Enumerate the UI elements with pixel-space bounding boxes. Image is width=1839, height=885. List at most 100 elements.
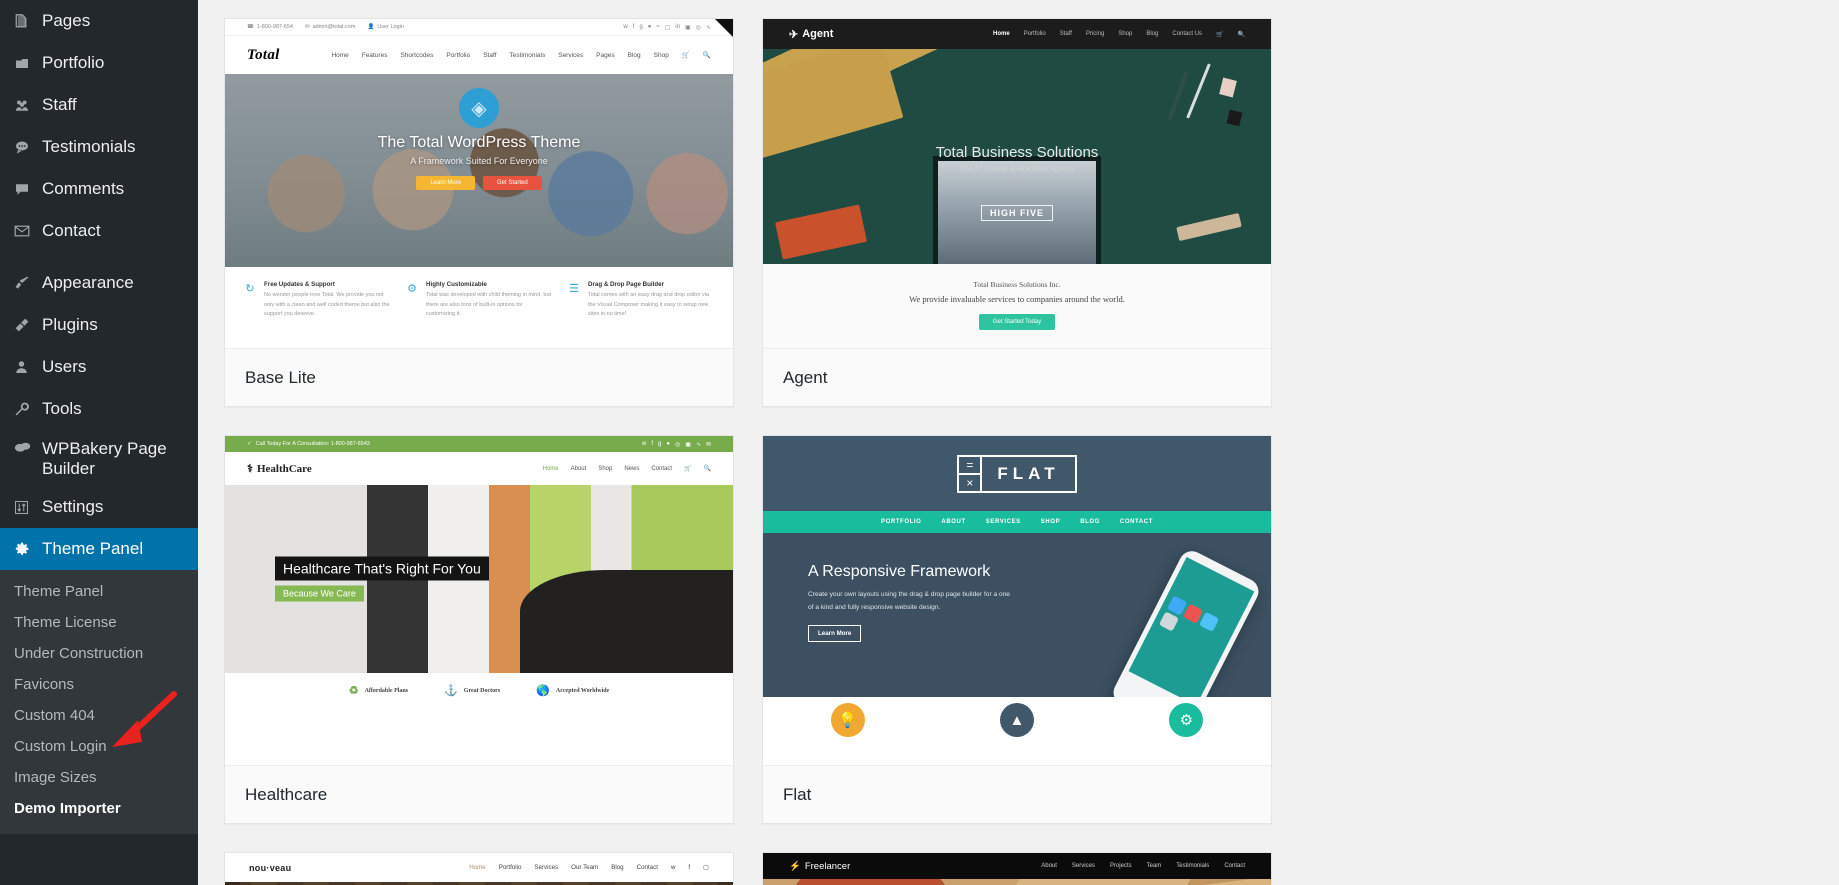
search-icon: 🔍 bbox=[703, 466, 711, 472]
sidebar-item-wpbakery-page-builder[interactable]: WPBakery Page Builder bbox=[0, 430, 198, 486]
submenu-item-theme-panel[interactable]: Theme Panel bbox=[0, 576, 198, 607]
site-intro: Total Business Solutions Inc. We provide… bbox=[763, 264, 1271, 348]
demo-card-footer: Healthcare bbox=[225, 766, 733, 823]
submenu-item-custom-404[interactable]: Custom 404 bbox=[0, 700, 198, 731]
portfolio-icon bbox=[14, 56, 42, 71]
demo-card-footer: Base Lite bbox=[225, 349, 733, 406]
sidebar-item-staff[interactable]: Staff bbox=[0, 84, 198, 126]
nav-item: News bbox=[624, 465, 640, 472]
corner-ribbon-icon bbox=[715, 19, 733, 37]
nav-item: Home bbox=[542, 465, 559, 472]
site-hero: WE ARE AWESOME BECAUSE WE'RE THE BEST AT… bbox=[763, 879, 1271, 885]
nav-item: Pricing bbox=[1085, 31, 1105, 37]
flickr-icon: ▣ bbox=[685, 24, 691, 31]
site-logo-text: Freelancer bbox=[804, 860, 851, 872]
rocket-icon: ▲ bbox=[999, 703, 1034, 737]
demo-card-base-lite[interactable]: ☎ 1-800-987-654 ✉ admin@total.com 👤 User Lo… bbox=[224, 18, 734, 407]
site-menu: Home Portfolio Staff Pricing Shop Blog C… bbox=[993, 31, 1245, 38]
hero-text: Create your own layouts using the drag &… bbox=[808, 591, 1010, 611]
nav-item: Shop bbox=[598, 465, 613, 472]
sidebar-item-plugins[interactable]: Plugins bbox=[0, 304, 198, 346]
sidebar-item-label: Portfolio bbox=[42, 52, 105, 72]
dribbble-icon: ◎ bbox=[695, 24, 701, 31]
users-icon bbox=[14, 359, 42, 375]
gear-icon: ⚙ bbox=[1169, 703, 1204, 737]
demo-card-agent[interactable]: ✈ Agent Home Portfolio Staff Pricing Sho… bbox=[762, 18, 1272, 407]
site-hero: Healthcare That's Right For You Because … bbox=[225, 485, 733, 673]
theme-panel-submenu: Theme Panel Theme License Under Construc… bbox=[0, 570, 198, 834]
twitter-icon: w bbox=[623, 24, 628, 30]
nav-item: Blog bbox=[1146, 31, 1159, 37]
sidebar-item-contact[interactable]: Contact bbox=[0, 210, 198, 252]
site-menu: Home Features Shortcodes Portfolio Staff… bbox=[331, 51, 711, 60]
nav-item: Features bbox=[361, 51, 388, 59]
nav-item: Portfolio bbox=[1023, 31, 1046, 37]
demo-title: Healthcare bbox=[245, 784, 328, 804]
topbar-login: User Login bbox=[377, 24, 404, 30]
demo-card-flat[interactable]: = × FLAT PORTFOLIO ABOUT SERVICES SHOP B… bbox=[762, 435, 1272, 824]
submenu-item-custom-login[interactable]: Custom Login bbox=[0, 731, 198, 762]
sidebar-item-users[interactable]: Users bbox=[0, 346, 198, 388]
sidebar-item-label: Comments bbox=[42, 178, 125, 198]
feature-block: ⚙ Highly Customizable Total was develope… bbox=[405, 281, 553, 320]
sidebar-item-label: Tools bbox=[42, 398, 82, 418]
submenu-item-favicons[interactable]: Favicons bbox=[0, 669, 198, 700]
staff-icon bbox=[14, 98, 42, 113]
demo-preview: ✓ Call Today For A Consultation: 1-800-9… bbox=[225, 436, 733, 766]
sidebar-item-portfolio[interactable]: Portfolio bbox=[0, 42, 198, 84]
submenu-item-under-construction[interactable]: Under Construction bbox=[0, 638, 198, 669]
decor-eraser bbox=[1219, 77, 1238, 98]
sidebar-item-testimonials[interactable]: Testimonials bbox=[0, 126, 198, 168]
sidebar-item-pages[interactable]: Pages bbox=[0, 0, 198, 42]
nav-item: Shop bbox=[653, 51, 669, 59]
equals-icon: = bbox=[959, 457, 981, 475]
sidebar-item-appearance[interactable]: Appearance bbox=[0, 262, 198, 304]
submenu-item-image-sizes[interactable]: Image Sizes bbox=[0, 762, 198, 793]
sidebar-item-label: Pages bbox=[42, 10, 91, 30]
sidebar-item-tools[interactable]: Tools bbox=[0, 388, 198, 430]
nav-item: Contact bbox=[1224, 863, 1245, 869]
nav-item: PORTFOLIO bbox=[880, 519, 922, 525]
intro-title: Total Business Solutions Inc. bbox=[973, 280, 1061, 289]
feature-block: ↻ Free Updates & Support No wonder peopl… bbox=[243, 281, 391, 320]
nav-item: Contact bbox=[636, 864, 658, 871]
hero-subheading: A Framework Suited For Everyone bbox=[410, 156, 548, 166]
decor-notebook bbox=[775, 204, 868, 260]
demo-card-nouveau[interactable]: nou·veau Home Portfolio Services Our Tea… bbox=[224, 852, 734, 885]
site-logo: ⚕ HealthCare bbox=[247, 462, 312, 476]
gear-icon bbox=[14, 541, 42, 557]
site-logo: ✈ Agent bbox=[789, 28, 833, 41]
feature-title: Drag & Drop Page Builder bbox=[588, 281, 664, 288]
hero-button-learn-more: Learn More bbox=[808, 624, 862, 642]
vimeo-icon: ▣ bbox=[685, 441, 691, 448]
decor-pen bbox=[1186, 63, 1211, 119]
submenu-item-theme-license[interactable]: Theme License bbox=[0, 607, 198, 638]
demo-title: Base Lite bbox=[245, 367, 316, 387]
topbar-phone: 1-800-987-654 bbox=[256, 24, 293, 30]
demo-card-healthcare[interactable]: ✓ Call Today For A Consultation: 1-800-9… bbox=[224, 435, 734, 824]
feature-label: Affordable Plans bbox=[364, 687, 409, 694]
site-logo-text: FLAT bbox=[997, 463, 1060, 483]
instagram-icon: ▢ bbox=[664, 24, 671, 31]
feature-block: ☰ Drag & Drop Page Builder Total comes w… bbox=[567, 281, 715, 320]
nav-item: ABOUT bbox=[941, 519, 966, 525]
screen-badge: HIGH FIVE bbox=[980, 204, 1053, 221]
social-icons: w f g ● ≈ ▢ in ▣ ◎ ∿ bbox=[623, 24, 711, 31]
paper-plane-icon: ✈ bbox=[789, 28, 799, 41]
nav-item: Home bbox=[993, 31, 1010, 37]
sidebar-item-theme-panel[interactable]: Theme Panel bbox=[0, 528, 198, 570]
sidebar-item-comments[interactable]: Comments bbox=[0, 168, 198, 210]
feature-text: Total comes with an easy drag and drop e… bbox=[588, 292, 710, 318]
sidebar-item-settings[interactable]: Settings bbox=[0, 486, 198, 528]
demo-card-freelancer[interactable]: ⚡ Freelancer About Services Projects Tea… bbox=[762, 852, 1272, 885]
nav-item: Staff bbox=[483, 51, 497, 59]
sidebar-item-label: WPBakery Page Builder bbox=[42, 439, 167, 479]
site-nav: nou·veau Home Portfolio Services Our Tea… bbox=[225, 853, 733, 882]
feature-block: 🌎 Accepted Worldwide bbox=[536, 684, 609, 697]
submenu-item-demo-importer[interactable]: Demo Importer bbox=[0, 793, 198, 824]
hero-heading: A Responsive Framework bbox=[808, 563, 991, 580]
plugins-icon bbox=[14, 317, 42, 333]
medical-icon: ⚕ bbox=[247, 463, 253, 475]
site-hero: Total Business Solutions The #1 Design &… bbox=[763, 49, 1271, 264]
nav-item: Services bbox=[1071, 863, 1095, 869]
